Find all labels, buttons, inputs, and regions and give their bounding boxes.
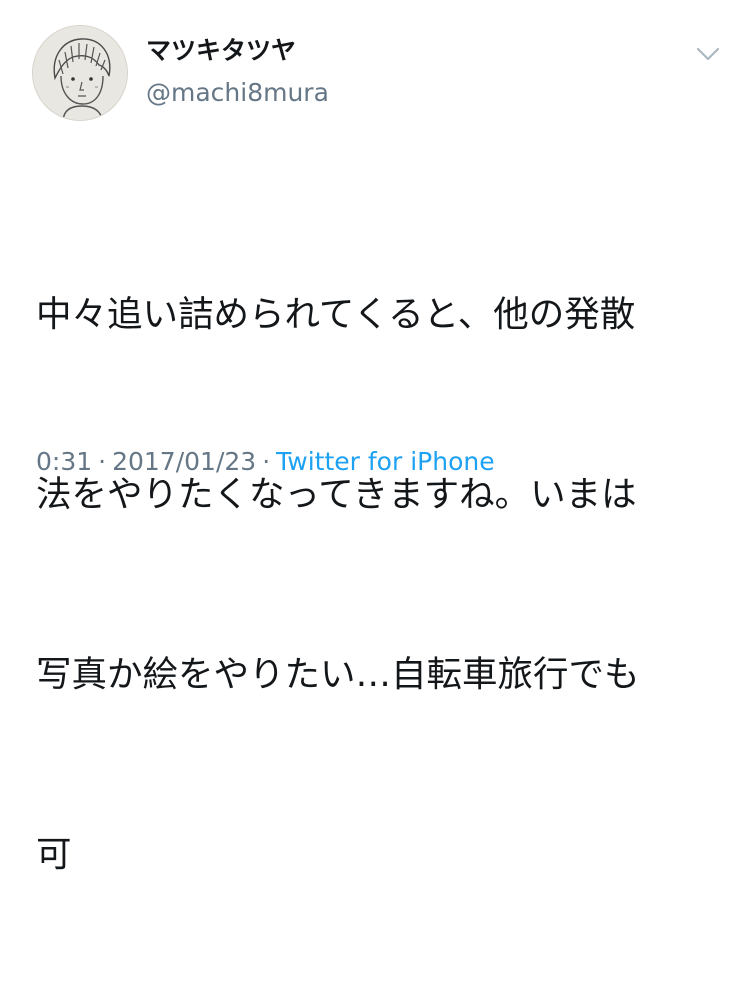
user-sketch-avatar-icon — [33, 26, 127, 120]
separator: · — [262, 447, 271, 476]
tweet-text: 中々追い詰められてくると、他の発散 法をやりたくなってきますね。いまは 写真か絵… — [36, 165, 716, 992]
username[interactable]: @machi8mura — [146, 80, 329, 105]
avatar[interactable] — [32, 25, 128, 121]
separator: · — [98, 447, 107, 476]
tweet-text-line: 写真か絵をやりたい…自転車旅行でも — [36, 654, 640, 695]
tweet-date[interactable]: 2017/01/23 — [112, 447, 256, 476]
tweet-time[interactable]: 0:31 — [36, 447, 92, 476]
tweet-metadata: 0:31 · 2017/01/23 · Twitter for iPhone — [36, 448, 495, 476]
chevron-down-icon[interactable] — [694, 44, 722, 64]
tweet-text-line: 可 — [36, 834, 72, 875]
tweet-card: マツキタツヤ @machi8mura 中々追い詰められてくると、他の発散 法をや… — [0, 0, 750, 875]
display-name[interactable]: マツキタツヤ — [146, 38, 296, 63]
tweet-text-line: 中々追い詰められてくると、他の発散 — [36, 294, 636, 335]
tweet-source-link[interactable]: Twitter for iPhone — [276, 447, 494, 476]
